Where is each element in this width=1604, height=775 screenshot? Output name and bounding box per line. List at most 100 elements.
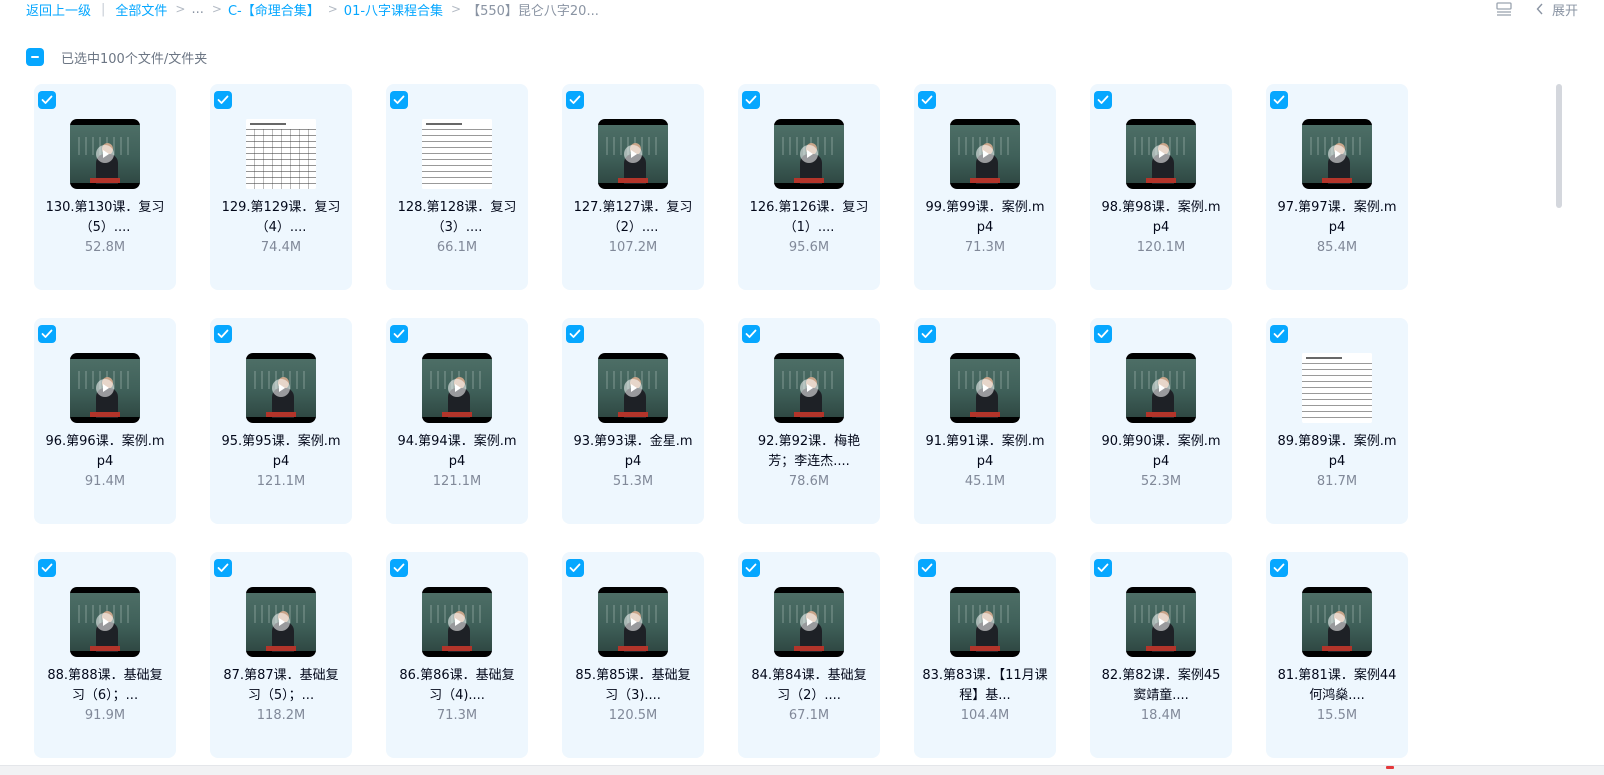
play-icon	[96, 379, 114, 397]
video-thumbnail[interactable]	[246, 587, 316, 657]
file-card[interactable]: 126.第126课．复习（1）.... 95.6M	[738, 84, 880, 290]
file-card[interactable]: 89.第89课．案例.mp4 81.7M	[1266, 318, 1408, 524]
checkbox-checked-icon[interactable]	[38, 559, 56, 577]
checkbox-checked-icon[interactable]	[566, 91, 584, 109]
checkbox-checked-icon[interactable]	[918, 325, 936, 343]
checkbox-checked-icon[interactable]	[1270, 91, 1288, 109]
top-bar: 返回上一级 | 全部文件 > ... > C-【命理合集】 > 01-八字课程合…	[0, 0, 1604, 22]
checkbox-checked-icon[interactable]	[918, 559, 936, 577]
podium-banner	[266, 646, 296, 651]
video-thumbnail[interactable]	[1126, 353, 1196, 423]
document-thumbnail[interactable]	[246, 119, 316, 189]
file-card[interactable]: 87.第87课．基础复习（5）；... 118.2M	[210, 552, 352, 758]
file-card[interactable]: 98.第98课．案例.mp4 120.1M	[1090, 84, 1232, 290]
video-thumbnail[interactable]	[1126, 587, 1196, 657]
play-icon	[1328, 145, 1346, 163]
check-icon-glyph	[745, 563, 757, 572]
video-thumbnail[interactable]	[950, 353, 1020, 423]
file-card[interactable]: 85.第85课．基础复习（3).... 120.5M	[562, 552, 704, 758]
podium-banner	[970, 412, 1000, 417]
video-thumbnail[interactable]	[1126, 119, 1196, 189]
file-card[interactable]: 88.第88课．基础复习（6）；... 91.9M	[34, 552, 176, 758]
file-card[interactable]: 86.第86课．基础复习（4).... 71.3M	[386, 552, 528, 758]
video-thumbnail[interactable]	[422, 353, 492, 423]
video-thumbnail[interactable]	[1302, 119, 1372, 189]
podium-banner	[970, 646, 1000, 651]
video-thumbnail[interactable]	[950, 119, 1020, 189]
file-size: 18.4M	[1140, 708, 1182, 723]
breadcrumb-c2[interactable]: 01-八字课程合集	[344, 0, 443, 19]
file-card[interactable]: 130.第130课．复习（5）.... 52.8M	[34, 84, 176, 290]
checkbox-checked-icon[interactable]	[390, 325, 408, 343]
checkbox-checked-icon[interactable]	[566, 559, 584, 577]
checkbox-checked-icon[interactable]	[1094, 325, 1112, 343]
file-card[interactable]: 129.第129课．复习（4）.... 74.4M	[210, 84, 352, 290]
select-all-checkbox[interactable]	[26, 48, 44, 66]
play-icon	[96, 613, 114, 631]
checkbox-checked-icon[interactable]	[214, 325, 232, 343]
file-card[interactable]: 97.第97课．案例.mp4 85.4M	[1266, 84, 1408, 290]
file-card[interactable]: 92.第92课．梅艳芳；李连杰.... 78.6M	[738, 318, 880, 524]
video-thumbnail[interactable]	[422, 587, 492, 657]
checkbox-checked-icon[interactable]	[1270, 325, 1288, 343]
checkbox-checked-icon[interactable]	[918, 91, 936, 109]
checkbox-checked-icon[interactable]	[742, 91, 760, 109]
video-thumbnail[interactable]	[774, 119, 844, 189]
file-card[interactable]: 127.第127课．复习（2）.... 107.2M	[562, 84, 704, 290]
file-card[interactable]: 91.第91课．案例.mp4 45.1M	[914, 318, 1056, 524]
list-view-icon[interactable]	[1496, 2, 1512, 16]
file-size: 91.4M	[84, 474, 126, 489]
expand-button[interactable]: 展开	[1536, 0, 1578, 19]
file-card[interactable]: 81.第81课．案例44何鸿燊.... 15.5M	[1266, 552, 1408, 758]
file-card[interactable]: 84.第84课．基础复习（2）.... 67.1M	[738, 552, 880, 758]
checkbox-checked-icon[interactable]	[214, 91, 232, 109]
breadcrumb-separator: >	[175, 2, 186, 16]
file-name: 95.第95课．案例.mp4	[221, 434, 341, 469]
checkbox-checked-icon[interactable]	[1270, 559, 1288, 577]
file-card[interactable]: 94.第94课．案例.mp4 121.1M	[386, 318, 528, 524]
file-card[interactable]: 95.第95课．案例.mp4 121.1M	[210, 318, 352, 524]
video-thumbnail[interactable]	[246, 353, 316, 423]
file-card[interactable]: 99.第99课．案例.mp4 71.3M	[914, 84, 1056, 290]
checkbox-checked-icon[interactable]	[742, 325, 760, 343]
document-thumbnail[interactable]	[1302, 353, 1372, 423]
vertical-scrollbar[interactable]	[1556, 84, 1562, 208]
video-thumbnail[interactable]	[70, 119, 140, 189]
video-thumbnail[interactable]	[598, 587, 668, 657]
check-icon-glyph	[569, 95, 581, 104]
video-thumbnail[interactable]	[774, 587, 844, 657]
file-card[interactable]: 90.第90课．案例.mp4 52.3M	[1090, 318, 1232, 524]
file-card[interactable]: 83.第83课．【11月课程】基... 104.4M	[914, 552, 1056, 758]
file-card[interactable]: 96.第96课．案例.mp4 91.4M	[34, 318, 176, 524]
checkbox-checked-icon[interactable]	[214, 559, 232, 577]
video-thumbnail[interactable]	[1302, 587, 1372, 657]
video-thumbnail[interactable]	[70, 587, 140, 657]
checkbox-checked-icon[interactable]	[38, 325, 56, 343]
breadcrumb-all-files[interactable]: 全部文件	[115, 0, 167, 19]
file-size: 107.2M	[608, 240, 658, 255]
document-thumbnail[interactable]	[422, 119, 492, 189]
breadcrumb-c1[interactable]: C-【命理合集】	[228, 0, 320, 19]
file-card[interactable]: 128.第128课．复习（3）.... 66.1M	[386, 84, 528, 290]
checkbox-checked-icon[interactable]	[566, 325, 584, 343]
check-icon-glyph	[41, 563, 53, 572]
file-card[interactable]: 82.第82课．案例45窦靖童.... 18.4M	[1090, 552, 1232, 758]
checkbox-checked-icon[interactable]	[390, 91, 408, 109]
checkbox-checked-icon[interactable]	[38, 91, 56, 109]
video-thumbnail[interactable]	[70, 353, 140, 423]
checkbox-checked-icon[interactable]	[1094, 559, 1112, 577]
back-link[interactable]: 返回上一级	[26, 0, 91, 19]
checkbox-checked-icon[interactable]	[742, 559, 760, 577]
video-thumbnail[interactable]	[950, 587, 1020, 657]
file-name: 97.第97课．案例.mp4	[1277, 200, 1397, 235]
file-name: 88.第88课．基础复习（6）；...	[47, 668, 163, 703]
play-icon	[800, 379, 818, 397]
file-name: 126.第126课．复习（1）....	[749, 200, 869, 235]
checkbox-checked-icon[interactable]	[1094, 91, 1112, 109]
video-thumbnail[interactable]	[774, 353, 844, 423]
checkbox-checked-icon[interactable]	[390, 559, 408, 577]
video-thumbnail[interactable]	[598, 353, 668, 423]
file-card[interactable]: 93.第93课．金星.mp4 51.3M	[562, 318, 704, 524]
breadcrumb-ellipsis[interactable]: ...	[191, 2, 203, 17]
video-thumbnail[interactable]	[598, 119, 668, 189]
